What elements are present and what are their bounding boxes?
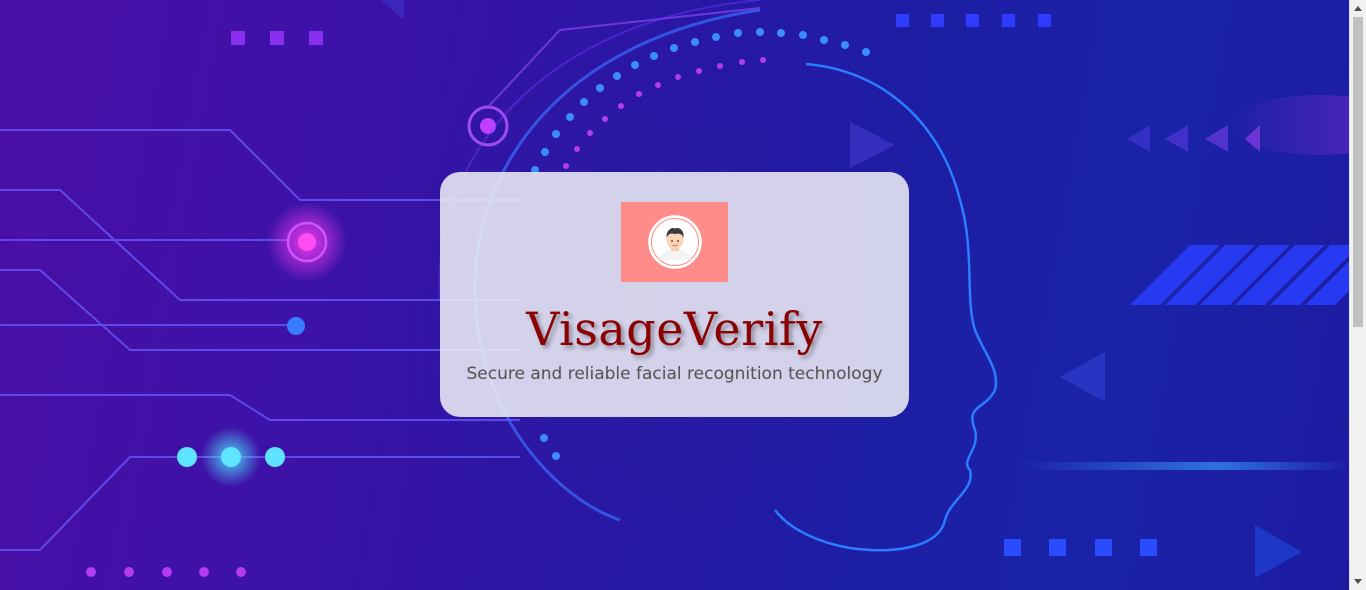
brand-card: VisageVerify Secure and reliable facial …	[440, 172, 909, 417]
user-avatar-icon	[647, 215, 702, 269]
brand-title: VisageVerify	[526, 302, 823, 356]
scroll-down-arrow-icon[interactable]	[1350, 573, 1366, 590]
scroll-up-arrow-icon[interactable]	[1350, 0, 1366, 17]
scrollbar-thumb[interactable]	[1353, 17, 1363, 327]
landing-page: VisageVerify Secure and reliable facial …	[0, 0, 1366, 590]
brand-tagline: Secure and reliable facial recognition t…	[466, 364, 883, 384]
vertical-scrollbar[interactable]	[1349, 0, 1366, 590]
brand-logo	[621, 202, 728, 282]
